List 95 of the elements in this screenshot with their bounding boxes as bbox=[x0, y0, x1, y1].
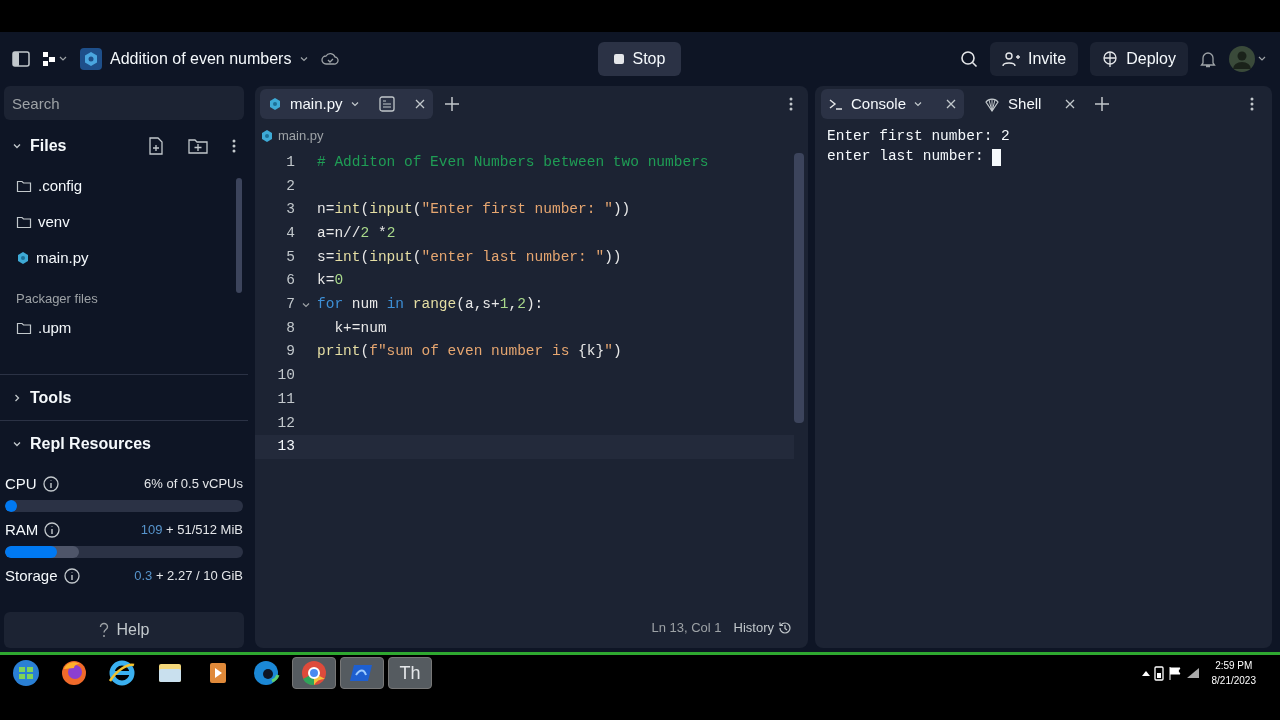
chevron-down-icon bbox=[299, 54, 310, 64]
resource-usage: 6% of 0.5 vCPUs bbox=[144, 475, 243, 494]
breadcrumb[interactable]: main.py bbox=[278, 126, 324, 146]
globe-icon bbox=[1102, 51, 1119, 67]
file-tree-item[interactable]: main.py bbox=[0, 240, 236, 276]
code-line: # Additon of Even Numbers between two numbers bbox=[317, 152, 709, 172]
invite-button[interactable]: Invite bbox=[989, 42, 1079, 76]
add-person-icon bbox=[1001, 51, 1020, 67]
packager-files-label: Packager files bbox=[16, 290, 98, 309]
shell-icon bbox=[984, 96, 1001, 112]
line-number: 4 bbox=[285, 224, 295, 244]
python-file-icon bbox=[16, 251, 30, 265]
file-tree-item[interactable]: .config bbox=[0, 168, 236, 204]
info-icon bbox=[44, 522, 61, 538]
console-tab[interactable]: Console bbox=[821, 89, 965, 119]
resource-label: CPU bbox=[5, 473, 37, 494]
sidebar-toggle-icon[interactable] bbox=[12, 51, 30, 67]
line-number: 3 bbox=[285, 200, 295, 220]
line-number: 2 bbox=[285, 176, 295, 196]
chevron-down-icon bbox=[914, 100, 923, 108]
line-number: 12 bbox=[276, 413, 295, 433]
chevron-down-icon bbox=[350, 100, 359, 108]
document-icon[interactable] bbox=[378, 96, 395, 112]
resource-usage: 0.3 + 2.27 / 10 GiB bbox=[134, 567, 243, 586]
code-line: k+=num bbox=[333, 318, 387, 338]
terminal-prompt-icon bbox=[829, 98, 843, 110]
files-section-title[interactable]: Files bbox=[30, 134, 140, 158]
code-line: s=int(input("enter last number: ")) bbox=[317, 247, 622, 267]
clock-date[interactable]: 8/21/2023 bbox=[1211, 673, 1256, 688]
flag-icon[interactable] bbox=[1167, 666, 1182, 680]
folder-icon bbox=[16, 321, 32, 335]
info-icon bbox=[63, 568, 80, 584]
new-file-icon[interactable] bbox=[148, 137, 164, 155]
stop-icon bbox=[614, 54, 625, 64]
add-tab-icon[interactable] bbox=[1095, 97, 1110, 111]
battery-icon[interactable] bbox=[1153, 665, 1164, 681]
signal-icon[interactable] bbox=[1185, 667, 1200, 679]
line-number: 8 bbox=[285, 318, 295, 338]
line-number: 13 bbox=[276, 437, 295, 457]
fold-chevron-icon[interactable] bbox=[302, 300, 310, 309]
code-line: a=n//2 *2 bbox=[317, 224, 396, 244]
console-output-line: Enter first number: 2 bbox=[827, 127, 1010, 147]
search-field[interactable]: Search bbox=[4, 86, 244, 120]
line-number: 6 bbox=[285, 271, 295, 291]
help-button[interactable]: Help bbox=[4, 612, 244, 648]
console-tab[interactable]: Shell bbox=[976, 89, 1084, 119]
line-number: 7 bbox=[285, 295, 295, 315]
close-icon[interactable] bbox=[1065, 99, 1076, 109]
python-file-icon bbox=[268, 97, 282, 111]
resource-label: RAM bbox=[5, 519, 39, 540]
question-mark-icon bbox=[98, 622, 109, 638]
cloud-check-icon bbox=[321, 51, 340, 67]
line-number: 9 bbox=[285, 342, 295, 362]
close-icon[interactable] bbox=[946, 99, 957, 109]
resource-label: Storage bbox=[5, 565, 58, 586]
cursor-position: Ln 13, Col 1 bbox=[651, 619, 722, 638]
info-icon bbox=[42, 476, 59, 492]
chrome-icon[interactable] bbox=[292, 657, 336, 689]
scrollbar-thumb[interactable] bbox=[794, 153, 804, 423]
line-number: 1 bbox=[285, 152, 295, 172]
bell-icon[interactable] bbox=[1200, 50, 1216, 68]
file-tree-item[interactable]: venv bbox=[0, 204, 236, 240]
more-options-icon[interactable] bbox=[232, 138, 236, 154]
code-line: for num in range(a,s+1,2): bbox=[317, 295, 544, 315]
folder-icon bbox=[16, 179, 32, 193]
app-button[interactable]: Th bbox=[388, 657, 432, 689]
workspace-menu-icon[interactable] bbox=[42, 51, 68, 67]
add-tab-icon[interactable] bbox=[444, 97, 459, 111]
folder-icon bbox=[16, 215, 32, 229]
more-options-icon[interactable] bbox=[789, 96, 793, 112]
stop-button[interactable]: Stop bbox=[598, 42, 682, 76]
clock-time[interactable]: 2:59 PM bbox=[1215, 658, 1253, 673]
more-options-icon[interactable] bbox=[1250, 96, 1254, 112]
file-tree-item[interactable]: .upm bbox=[0, 310, 236, 346]
code-line: k=0 bbox=[317, 271, 344, 291]
resource-usage: 109 + 51/512 MiB bbox=[140, 521, 243, 540]
tray-arrow-icon[interactable] bbox=[1141, 670, 1150, 676]
new-folder-icon[interactable] bbox=[188, 138, 208, 154]
code-line: print(f"sum of even number is {k}") bbox=[317, 342, 622, 362]
project-title-button[interactable]: Addition of even numbers bbox=[80, 47, 310, 71]
code-line: n=int(input("Enter first number: ")) bbox=[317, 200, 631, 220]
section-header[interactable]: Tools bbox=[30, 385, 72, 410]
line-number: 11 bbox=[276, 389, 295, 409]
console-output-line: enter last number: bbox=[827, 147, 985, 167]
history-button[interactable]: History bbox=[733, 618, 792, 638]
line-number: 10 bbox=[276, 366, 295, 386]
python-file-icon bbox=[260, 129, 274, 143]
editor-tab[interactable]: main.py bbox=[260, 89, 433, 119]
deploy-button[interactable]: Deploy bbox=[1090, 42, 1188, 76]
close-icon[interactable] bbox=[414, 99, 425, 109]
line-number: 5 bbox=[285, 247, 295, 267]
section-header[interactable]: Repl Resources bbox=[30, 431, 151, 456]
scrollbar-thumb[interactable] bbox=[236, 178, 242, 293]
search-icon[interactable] bbox=[959, 50, 978, 68]
history-icon bbox=[778, 621, 792, 635]
